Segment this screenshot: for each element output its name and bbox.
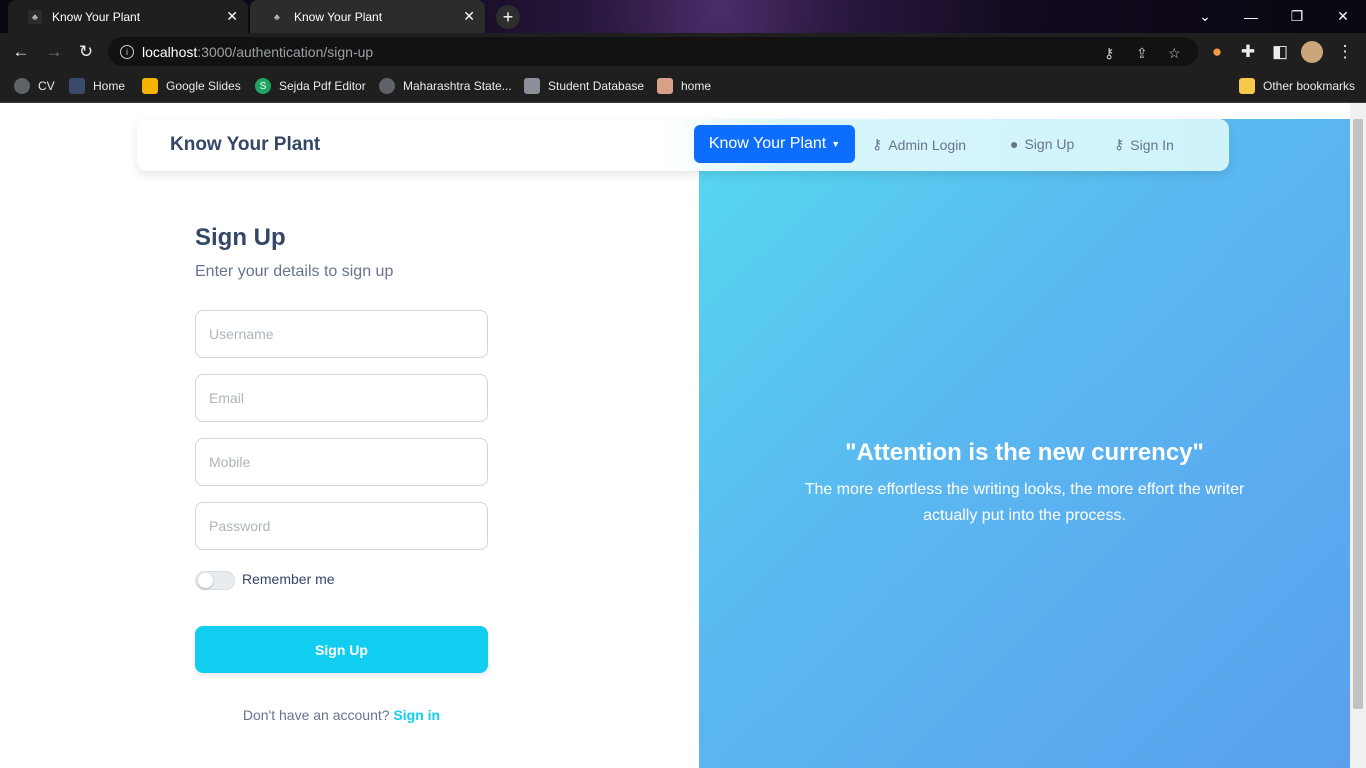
page-title: Sign Up [195,224,286,251]
globe-icon [379,78,395,94]
browser-tab-active[interactable]: ♣ Know Your Plant ✕ [8,0,248,33]
browser-toolbar: ← → ↻ i localhost :3000/authentication/s… [0,33,1366,70]
new-tab-button[interactable]: + [496,5,520,29]
forward-icon[interactable]: → [43,41,65,63]
url-path: :3000/authentication/sign-up [197,43,374,60]
scrollbar-thumb[interactable] [1353,119,1363,709]
sign-up-button[interactable]: Sign Up [195,626,488,673]
nav-link-label: Admin Login [888,136,967,153]
home-icon [69,78,85,94]
bookmark-label: Google Slides [166,79,241,93]
menu-icon[interactable]: ⋮ [1334,41,1356,63]
address-bar[interactable]: i localhost :3000/authentication/sign-up… [108,37,1198,66]
puzzle-icon[interactable]: ✚ [1237,41,1259,63]
other-bookmarks[interactable]: Other bookmarks [1239,78,1355,94]
bookmark-home[interactable]: Home [69,78,125,94]
key-icon[interactable]: ⚷ [1104,45,1114,62]
password-input[interactable] [195,502,488,550]
close-icon[interactable]: ✕ [226,8,238,25]
nav-sign-up[interactable]: ● Sign Up [1010,136,1074,152]
nav-admin-login[interactable]: ⚷ Admin Login [872,136,966,153]
tab-title: Know Your Plant [52,9,141,24]
nav-link-label: Sign Up [1024,136,1075,152]
bookmark-label: Maharashtra State... [403,79,512,93]
hero-quote: "Attention is the new currency" [845,439,1204,466]
hero-panel: "Attention is the new currency" The more… [699,119,1350,768]
remember-me-toggle[interactable] [195,571,235,590]
slides-icon [142,78,158,94]
window-close-icon[interactable]: ✕ [1320,0,1366,33]
signin-prompt: Don't have an account? Sign in [195,707,488,723]
star-icon[interactable]: ☆ [1168,45,1181,62]
folder-icon [1239,78,1255,94]
sign-in-link[interactable]: Sign in [393,707,440,723]
bookmark-student-database[interactable]: Student Database [524,78,644,94]
toggle-knob [198,573,213,588]
tab-title: Know Your Plant [294,9,383,24]
signin-prompt-text: Don't have an account? [242,707,390,723]
nav-link-label: Sign In [1130,136,1174,153]
bookmark-maharashtra[interactable]: Maharashtra State... [379,78,512,94]
bookmark-label: Other bookmarks [1263,79,1356,93]
bookmark-label: Home [93,79,126,93]
bookmarks-bar: CV Home Google Slides S Sejda Pdf Editor… [0,70,1366,103]
minimize-icon[interactable]: — [1228,0,1274,33]
navbar-brand[interactable]: Know Your Plant [170,134,320,156]
back-icon[interactable]: ← [10,41,32,63]
top-navbar: Know Your Plant Know Your Plant ▼ ⚷ Admi… [137,119,1229,171]
url-host: localhost [142,43,198,60]
bookmark-google-slides[interactable]: Google Slides [142,78,241,94]
globe-icon [14,78,30,94]
bookmark-cv[interactable]: CV [14,78,55,94]
bookmark-label: Student Database [548,79,645,93]
close-icon[interactable]: ✕ [463,8,475,25]
nav-sign-in[interactable]: ⚷ Sign In [1114,136,1174,153]
home-icon [657,78,673,94]
browser-tab-strip: ♣ Know Your Plant ✕ ♣ Know Your Plant ✕ … [0,0,1366,33]
bookmark-home-2[interactable]: home [657,78,711,94]
side-panel-icon[interactable]: ◧ [1269,41,1291,63]
remember-me-label[interactable]: Remember me [242,571,335,587]
site-info-icon[interactable]: i [120,44,134,59]
avatar[interactable] [1301,41,1323,63]
page-content: "Attention is the new currency" The more… [0,103,1350,768]
plant-dropdown-button[interactable]: Know Your Plant ▼ [694,125,855,163]
bookmark-label: home [681,79,712,93]
key-icon: ⚷ [1114,136,1125,152]
bookmark-label: CV [38,79,55,93]
dropdown-label: Know Your Plant [708,135,827,152]
page-subtitle: Enter your details to sign up [195,263,394,280]
database-icon [524,78,540,94]
restore-icon[interactable]: ❐ [1274,0,1320,33]
extension-icon[interactable]: ● [1206,41,1228,63]
plant-favicon-icon: ♣ [28,9,42,24]
reload-icon[interactable]: ↻ [75,41,97,63]
plant-favicon-icon: ♣ [270,9,284,24]
username-input[interactable] [195,310,488,358]
hero-body: The more effortless the writing looks, t… [804,481,1245,524]
bookmark-label: Sejda Pdf Editor [279,79,366,93]
browser-tab[interactable]: ♣ Know Your Plant ✕ [250,0,485,33]
tab-search-icon[interactable]: ⌄ [1182,0,1228,33]
bookmark-sejda[interactable]: S Sejda Pdf Editor [255,78,366,94]
caret-down-icon: ▼ [831,139,841,149]
share-icon[interactable]: ⇪ [1136,45,1148,62]
email-input[interactable] [195,374,488,422]
user-circle-icon: ● [1010,136,1019,152]
key-icon: ⚷ [872,136,883,152]
sejda-icon: S [255,78,271,94]
mobile-input[interactable] [195,438,488,486]
page-scrollbar[interactable] [1350,103,1366,768]
